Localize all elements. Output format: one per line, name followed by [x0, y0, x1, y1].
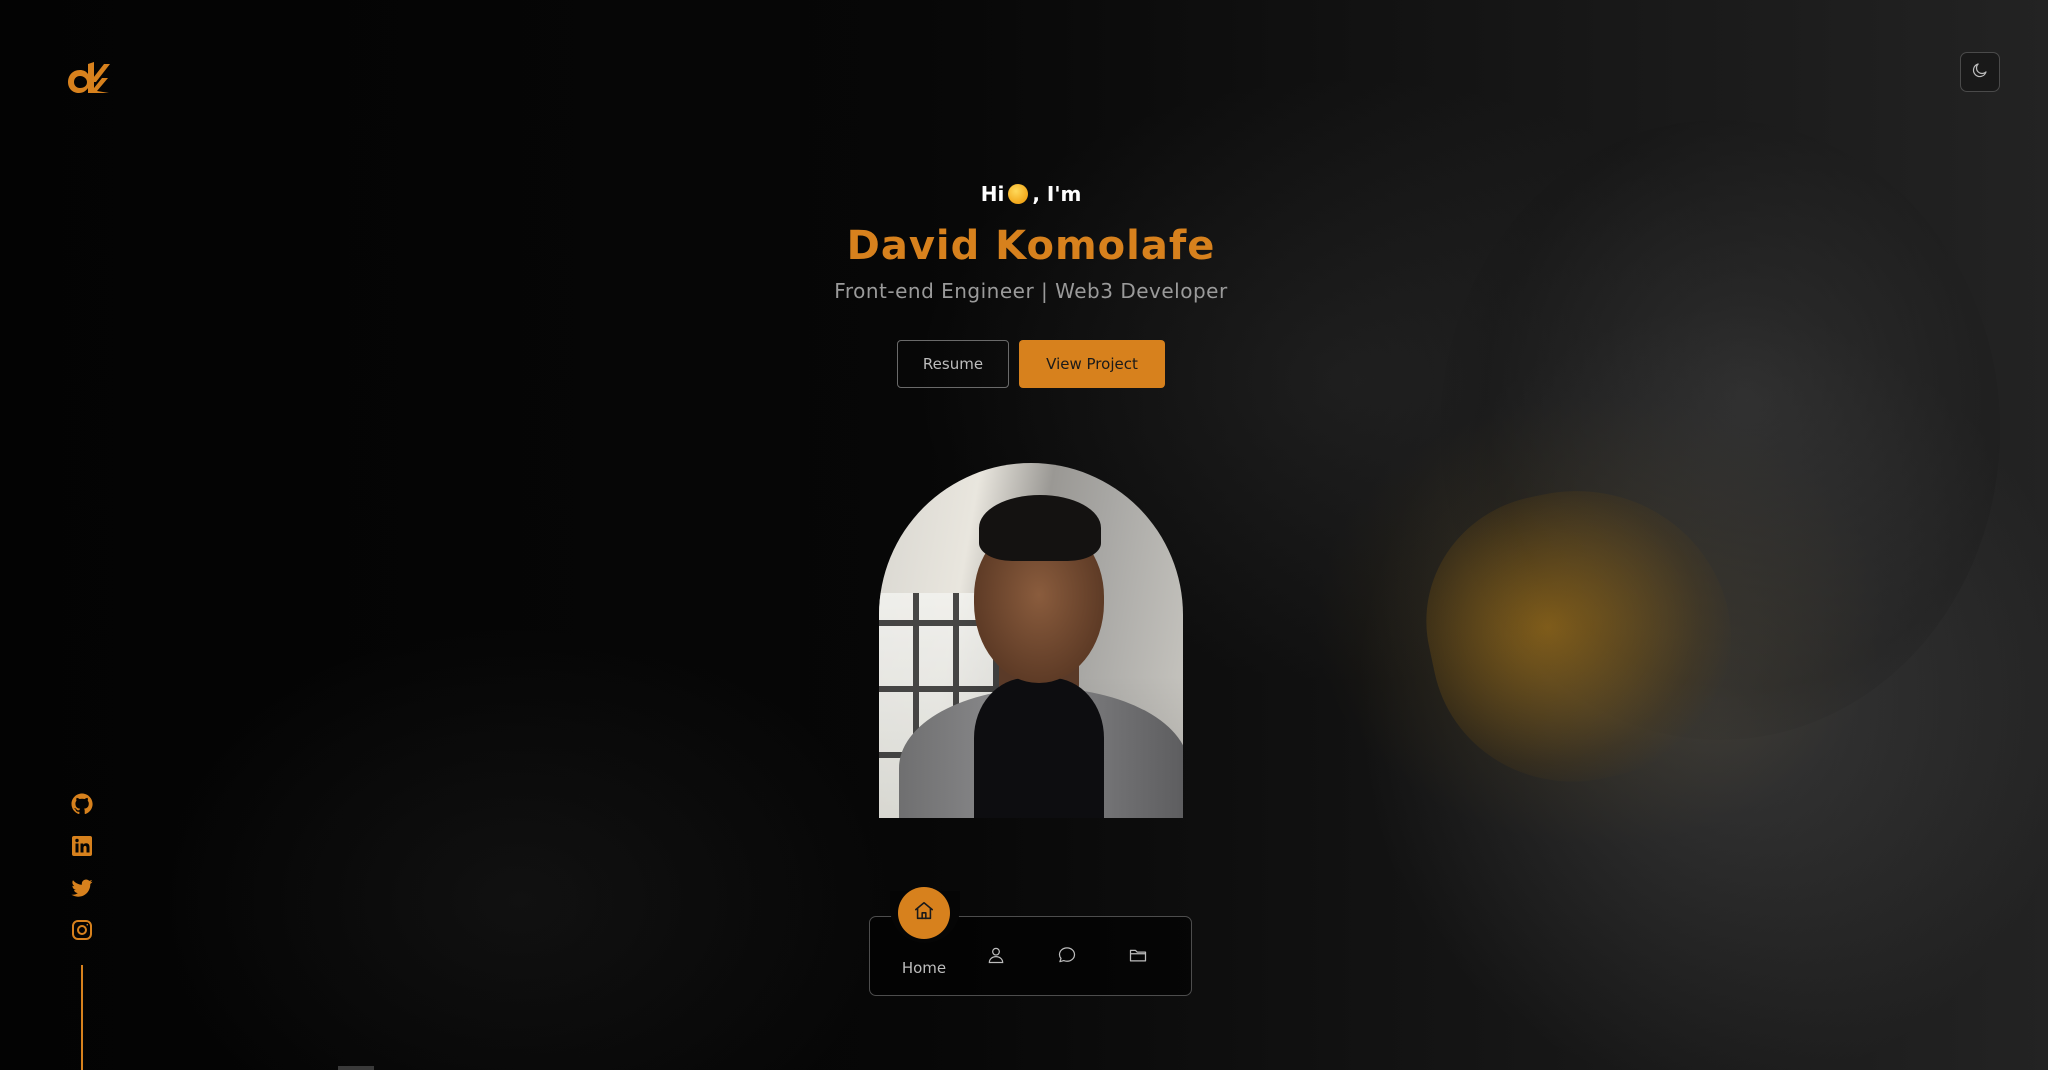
hero-role: Front-end Engineer | Web3 Developer — [834, 279, 1228, 303]
resume-button[interactable]: Resume — [897, 340, 1009, 388]
nav-contact-button[interactable] — [1053, 944, 1081, 970]
profile-portrait — [879, 463, 1183, 818]
github-icon[interactable] — [70, 792, 94, 815]
nav-home-button[interactable] — [898, 887, 950, 939]
greeting: Hi , I'm — [981, 180, 1082, 208]
cta-row: Resume View Project — [897, 340, 1165, 388]
user-icon — [986, 945, 1006, 969]
social-divider-line — [81, 965, 83, 1070]
dk-logo[interactable] — [66, 60, 110, 96]
hero-name: David Komolafe — [846, 223, 1216, 269]
portrait-hair — [979, 495, 1101, 561]
hero-section: Hi , I'm David Komolafe Front-end Engine… — [0, 180, 2048, 388]
greeting-suffix: , I'm — [1032, 182, 1082, 206]
bottom-navigation: Home — [869, 887, 1192, 996]
moon-icon — [1971, 61, 1989, 83]
chat-icon — [1057, 945, 1077, 969]
scroll-indicator — [338, 1066, 374, 1070]
social-links — [70, 792, 94, 940]
instagram-icon[interactable] — [70, 918, 94, 940]
nav-home-label[interactable]: Home — [884, 959, 964, 977]
nav-projects-button[interactable] — [1124, 944, 1152, 970]
smiling-face-emoji-icon — [1008, 184, 1029, 204]
folder-icon — [1128, 945, 1148, 969]
nav-about-button[interactable] — [982, 944, 1010, 970]
greeting-prefix: Hi — [980, 182, 1005, 206]
view-project-button[interactable]: View Project — [1019, 340, 1165, 388]
theme-toggle-button[interactable] — [1960, 52, 2000, 92]
portrait-turtleneck — [974, 678, 1104, 818]
home-icon — [913, 900, 935, 926]
twitter-icon[interactable] — [70, 876, 94, 898]
linkedin-icon[interactable] — [70, 834, 94, 856]
